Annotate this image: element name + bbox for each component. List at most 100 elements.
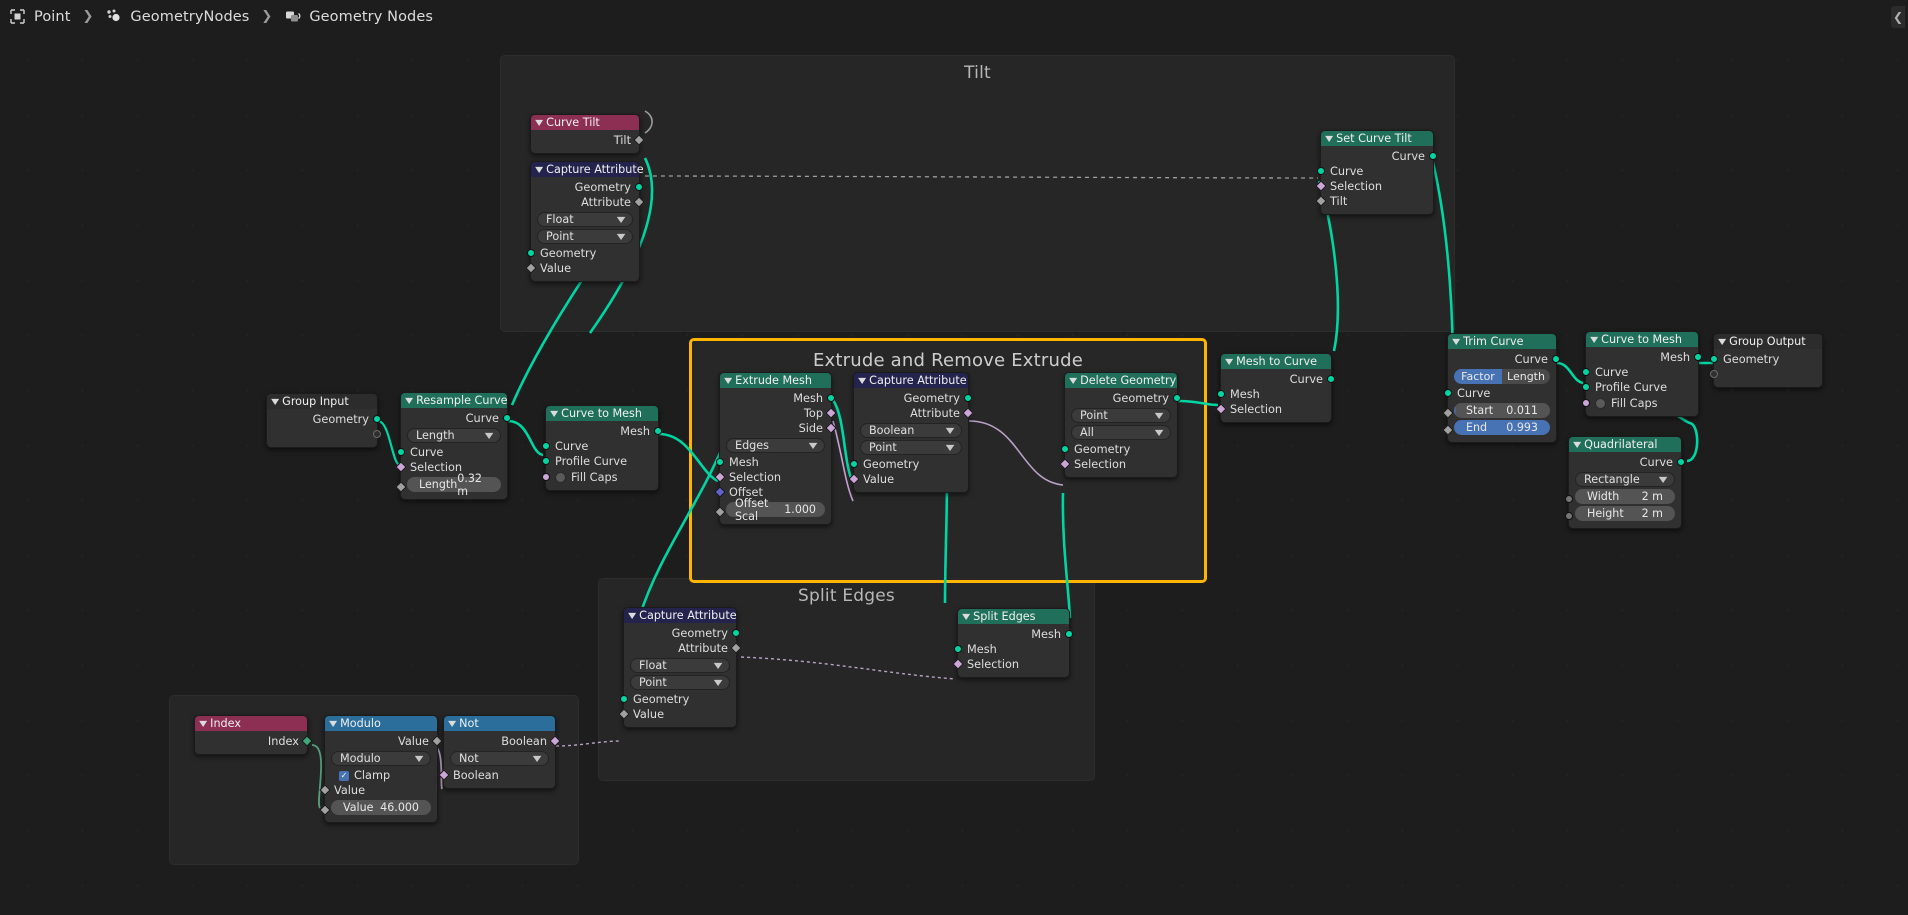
socket-attribute-output[interactable] bbox=[962, 407, 974, 419]
socket-extend-input[interactable] bbox=[1710, 370, 1718, 378]
socket-curve-output[interactable] bbox=[1327, 375, 1335, 383]
socket-row-geometry-out[interactable]: Geometry bbox=[1065, 391, 1181, 406]
socket-row-attribute-out[interactable]: Attribute bbox=[531, 195, 645, 210]
socket-row-selection-in[interactable]: Selection bbox=[1059, 457, 1177, 472]
socket-start-input[interactable] bbox=[1442, 407, 1454, 419]
socket-row-selection-in[interactable]: Selection bbox=[1315, 179, 1433, 194]
socket-geometry-output[interactable] bbox=[964, 394, 972, 402]
socket-row-value-out[interactable]: Value bbox=[325, 734, 443, 749]
socket-mesh-input[interactable] bbox=[954, 645, 962, 653]
socket-row-value-in[interactable]: Value bbox=[848, 472, 968, 487]
node-header-curve-to-mesh-left[interactable]: ▼ Curve to Mesh bbox=[546, 406, 658, 421]
socket-row-curve-in[interactable]: Curve bbox=[397, 445, 507, 460]
socket-row-value-in[interactable]: Value bbox=[319, 783, 437, 798]
socket-value-output[interactable] bbox=[431, 735, 443, 747]
socket-geometry-input[interactable] bbox=[527, 249, 535, 257]
dropdown-domain[interactable]: Point ▼ bbox=[537, 229, 633, 244]
socket-geometry-output[interactable] bbox=[373, 415, 381, 423]
socket-row-geometry-in[interactable]: Geometry bbox=[620, 692, 736, 707]
socket-boolean-input[interactable] bbox=[438, 769, 450, 781]
socket-geometry-output[interactable] bbox=[635, 183, 643, 191]
socket-geometry-input[interactable] bbox=[1061, 445, 1069, 453]
socket-value-input[interactable] bbox=[319, 784, 331, 796]
chevron-down-icon[interactable]: ▼ bbox=[535, 165, 543, 174]
socket-row-tilt-out[interactable]: Tilt bbox=[531, 133, 645, 148]
socket-row-value-in[interactable]: Value bbox=[525, 261, 639, 276]
node-curve-tilt[interactable]: ▼ Curve Tilt Tilt bbox=[530, 114, 645, 154]
node-header-mesh-to-curve[interactable]: ▼ Mesh to Curve bbox=[1221, 354, 1331, 369]
sidebar-collapse-arrow[interactable]: ❮ bbox=[1891, 6, 1905, 28]
socket-mesh-output[interactable] bbox=[1694, 353, 1702, 361]
socket-attribute-output[interactable] bbox=[633, 196, 645, 208]
dropdown-boolean-operation[interactable]: Not ▼ bbox=[450, 751, 549, 766]
node-header-extrude-mesh[interactable]: ▼ Extrude Mesh bbox=[720, 373, 831, 388]
socket-value-input[interactable] bbox=[525, 262, 537, 274]
dropdown-domain[interactable]: Point ▼ bbox=[860, 440, 962, 455]
socket-row-top-out[interactable]: Top bbox=[720, 406, 837, 421]
socket-selection-input[interactable] bbox=[714, 471, 726, 483]
node-modulo[interactable]: ▼ Modulo Value Modulo ▼ ✓ Clamp Value Va… bbox=[319, 715, 443, 823]
node-header-curve-tilt[interactable]: ▼ Curve Tilt bbox=[531, 115, 639, 130]
socket-row-side-out[interactable]: Side bbox=[720, 421, 837, 436]
node-trim-curve[interactable]: ▼ Trim Curve Curve Factor Length Curve S… bbox=[1442, 333, 1560, 443]
breadcrumb-item-modifier[interactable]: GeometryNodes bbox=[104, 7, 249, 26]
node-header-capture-attribute-split[interactable]: ▼ Capture Attribute bbox=[624, 608, 737, 623]
socket-curve-output[interactable] bbox=[503, 414, 511, 422]
socket-selection-input[interactable] bbox=[395, 461, 407, 473]
socket-value-input[interactable] bbox=[618, 708, 630, 720]
socket-row-geometry-out[interactable]: Geometry bbox=[854, 391, 972, 406]
toggle-option-factor[interactable]: Factor bbox=[1454, 369, 1502, 384]
socket-value2-input[interactable] bbox=[319, 804, 331, 816]
field-end[interactable]: End 0.993 bbox=[1454, 420, 1550, 435]
node-header-split-edges[interactable]: ▼ Split Edges bbox=[958, 609, 1069, 624]
socket-row-boolean-in[interactable]: Boolean bbox=[438, 768, 555, 783]
socket-row-mesh-in[interactable]: Mesh bbox=[954, 642, 1069, 657]
socket-mesh-input[interactable] bbox=[716, 458, 724, 466]
node-header-resample-curve[interactable]: ▼ Resample Curve bbox=[401, 393, 508, 408]
chevron-down-icon[interactable]: ▼ bbox=[1069, 376, 1077, 385]
socket-row-geometry-out[interactable]: Geometry bbox=[531, 180, 643, 195]
socket-row-fill-caps-in[interactable]: Fill Caps bbox=[1582, 395, 1698, 411]
chevron-down-icon[interactable]: ▼ bbox=[1225, 357, 1233, 366]
socket-row-geometry-in[interactable]: Geometry bbox=[1061, 442, 1177, 457]
socket-fill-caps-input[interactable] bbox=[1582, 399, 1590, 407]
chevron-down-icon[interactable]: ▼ bbox=[962, 612, 970, 621]
socket-curve-output[interactable] bbox=[1429, 152, 1437, 160]
field-value[interactable]: Value 46.000 bbox=[331, 800, 431, 815]
socket-height-input[interactable] bbox=[1565, 512, 1573, 520]
socket-geometry-input[interactable] bbox=[620, 695, 628, 703]
chevron-down-icon[interactable]: ▼ bbox=[1573, 440, 1581, 449]
node-curve-to-mesh-left[interactable]: ▼ Curve to Mesh Mesh Curve Profile Curve bbox=[542, 405, 662, 491]
node-header-curve-to-mesh-right[interactable]: ▼ Curve to Mesh bbox=[1586, 332, 1698, 347]
checkbox-fill-caps[interactable] bbox=[1595, 397, 1606, 409]
chevron-down-icon[interactable]: ▼ bbox=[199, 719, 207, 728]
socket-fill-caps-input[interactable] bbox=[542, 473, 550, 481]
chevron-down-icon[interactable]: ▼ bbox=[1325, 134, 1333, 143]
socket-row-mesh-out[interactable]: Mesh bbox=[1586, 350, 1702, 365]
socket-row-curve-in[interactable]: Curve bbox=[1317, 164, 1433, 179]
toggle-option-length[interactable]: Length bbox=[1502, 369, 1550, 384]
node-split-edges[interactable]: ▼ Split Edges Mesh Mesh Selection bbox=[952, 608, 1073, 678]
checkbox-clamp[interactable]: ✓ bbox=[339, 770, 349, 781]
chevron-down-icon[interactable]: ▼ bbox=[535, 118, 543, 127]
socket-top-output[interactable] bbox=[825, 407, 837, 419]
field-length[interactable]: Length 0.32 m bbox=[407, 472, 501, 498]
node-header-not[interactable]: ▼ Not bbox=[444, 716, 555, 731]
socket-row-curve-in[interactable]: Curve bbox=[1444, 386, 1556, 401]
node-quadrilateral[interactable]: ▼ Quadrilateral Curve Rectangle ▼ Width … bbox=[1565, 436, 1685, 529]
node-header-set-curve-tilt[interactable]: ▼ Set Curve Tilt bbox=[1321, 131, 1433, 146]
node-header-index[interactable]: ▼ Index bbox=[195, 716, 307, 731]
node-group-input[interactable]: ▼ Group Input Geometry bbox=[266, 393, 381, 448]
socket-curve-input[interactable] bbox=[1582, 368, 1590, 376]
socket-length-input[interactable] bbox=[395, 481, 407, 493]
socket-selection-input[interactable] bbox=[952, 658, 964, 670]
socket-row-mesh-in[interactable]: Mesh bbox=[716, 455, 831, 470]
socket-row-selection-in[interactable]: Selection bbox=[395, 460, 507, 475]
socket-row-selection-in[interactable]: Selection bbox=[714, 470, 831, 485]
chevron-down-icon[interactable]: ▼ bbox=[1590, 335, 1598, 344]
socket-row-curve-out[interactable]: Curve bbox=[401, 411, 511, 426]
field-start[interactable]: Start 0.011 bbox=[1454, 403, 1550, 418]
socket-side-output[interactable] bbox=[825, 422, 837, 434]
socket-row-curve-in[interactable]: Curve bbox=[542, 439, 658, 454]
node-header-modulo[interactable]: ▼ Modulo bbox=[325, 716, 437, 731]
